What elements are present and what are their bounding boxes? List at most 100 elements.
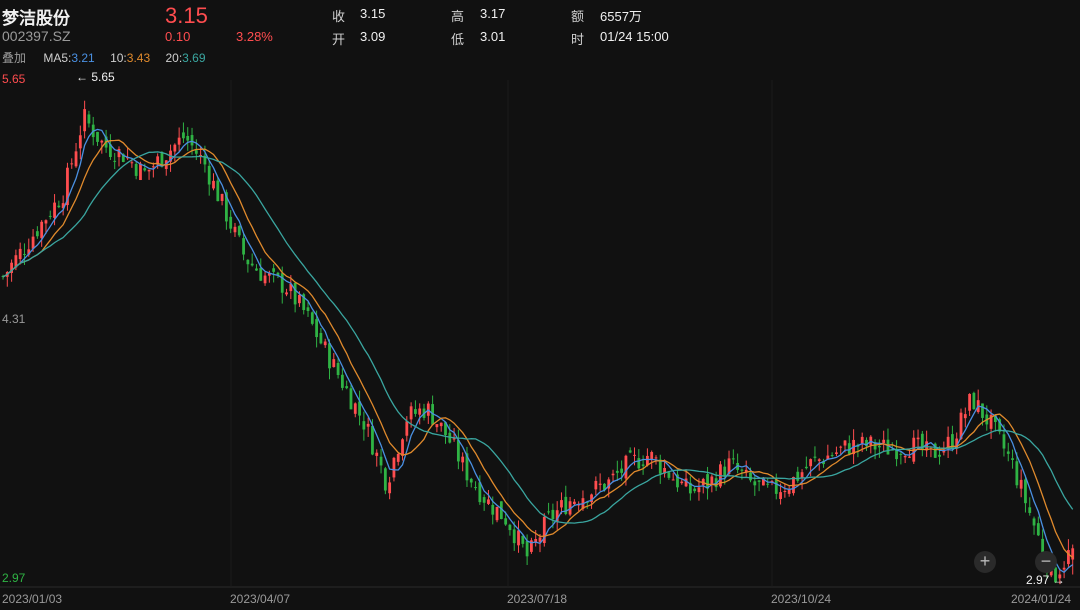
candle-body: [371, 426, 374, 455]
x-axis-label: 2023/01/03: [2, 592, 63, 606]
ma5-line: [2, 128, 1074, 574]
candle-body: [804, 466, 808, 469]
candle-body: [908, 456, 911, 458]
candle-body: [839, 446, 843, 448]
candle-body: [83, 109, 87, 132]
candle-body: [310, 312, 314, 324]
candle-body: [946, 436, 950, 448]
candle-body: [641, 464, 645, 466]
candle-body: [624, 455, 628, 479]
candle-body: [572, 501, 576, 505]
candle-body: [396, 453, 400, 462]
kline-chart[interactable]: [0, 0, 1080, 610]
candle-body: [512, 529, 516, 544]
candle-body: [332, 359, 336, 368]
candle-body: [697, 487, 701, 493]
candle-body: [409, 406, 413, 420]
candle-body: [796, 471, 800, 481]
candle-body: [938, 454, 941, 457]
candle-body: [551, 509, 555, 520]
candle-body: [414, 409, 417, 414]
candle-body: [723, 466, 727, 477]
candle-body: [877, 445, 881, 448]
candle-body: [194, 150, 198, 154]
candle-body: [667, 472, 671, 478]
candle-body: [637, 458, 641, 469]
candle-body: [405, 421, 409, 436]
candle-body: [280, 273, 284, 293]
candle-body: [233, 226, 237, 233]
candle-body: [830, 455, 834, 457]
candle-body: [504, 518, 508, 525]
candle-body: [598, 483, 602, 485]
candle-body: [508, 524, 512, 531]
candle-body: [78, 135, 82, 149]
candle-body: [147, 169, 151, 172]
candle-body: [517, 530, 520, 546]
candle-body: [319, 332, 323, 344]
candle-body: [452, 438, 456, 440]
candle-body: [680, 481, 684, 484]
candle-body: [809, 459, 813, 467]
candle-body: [186, 135, 190, 141]
candle-body: [1019, 479, 1023, 489]
candle-body: [207, 165, 211, 185]
candle-body: [972, 392, 976, 410]
candle-body: [753, 481, 757, 486]
candle-body: [439, 422, 443, 427]
candle-body: [783, 490, 787, 492]
candle-body: [521, 535, 525, 544]
candle-body: [749, 472, 752, 481]
candle-body: [392, 457, 396, 478]
candle-body: [40, 221, 44, 239]
candle-body: [353, 403, 357, 414]
candle-body: [242, 238, 245, 255]
candle-body: [963, 414, 967, 419]
candle-body: [860, 436, 864, 444]
y-axis-mid-label: 4.31: [2, 312, 26, 326]
candle-body: [285, 292, 288, 295]
candle-body: [620, 468, 624, 473]
candle-body: [212, 180, 215, 189]
candle-body: [246, 259, 250, 265]
candle-body: [349, 388, 353, 410]
candle-body: [375, 452, 379, 456]
candle-body: [774, 479, 778, 494]
candle-body: [594, 480, 598, 490]
candle-body: [710, 476, 714, 484]
candle-body: [487, 499, 490, 504]
zoom-out-button[interactable]: −: [1035, 551, 1057, 573]
candle-body: [1071, 548, 1075, 560]
candle-body: [336, 362, 340, 376]
candle-body: [23, 253, 26, 255]
candle-body: [383, 468, 387, 491]
candle-body: [495, 506, 499, 521]
candle-body: [1011, 458, 1014, 460]
ma20-line: [2, 151, 1074, 524]
candle-body: [31, 236, 35, 249]
candle-body: [731, 458, 735, 460]
y-axis-min-label: 2.97: [2, 571, 26, 585]
candle-body: [633, 454, 636, 456]
candle-body: [113, 160, 117, 162]
candle-body: [388, 482, 392, 494]
candle-body: [469, 478, 473, 483]
candle-body: [272, 268, 276, 272]
candle-body: [70, 163, 74, 165]
zoom-in-button[interactable]: +: [974, 551, 996, 573]
candle-body: [1002, 434, 1006, 449]
x-axis-label: 2024/01/24: [1011, 592, 1072, 606]
candle-body: [461, 456, 465, 463]
candle-body: [650, 452, 654, 460]
candle-body: [981, 403, 984, 418]
candle-body: [173, 144, 177, 152]
candle-body: [1028, 507, 1032, 513]
candle-body: [379, 456, 383, 466]
candle-body: [298, 294, 301, 304]
candle-body: [418, 408, 422, 415]
candle-body: [340, 374, 344, 388]
candle-body: [237, 226, 241, 236]
candle-body: [216, 180, 220, 202]
candle-body: [899, 453, 903, 455]
candle-body: [345, 386, 349, 389]
